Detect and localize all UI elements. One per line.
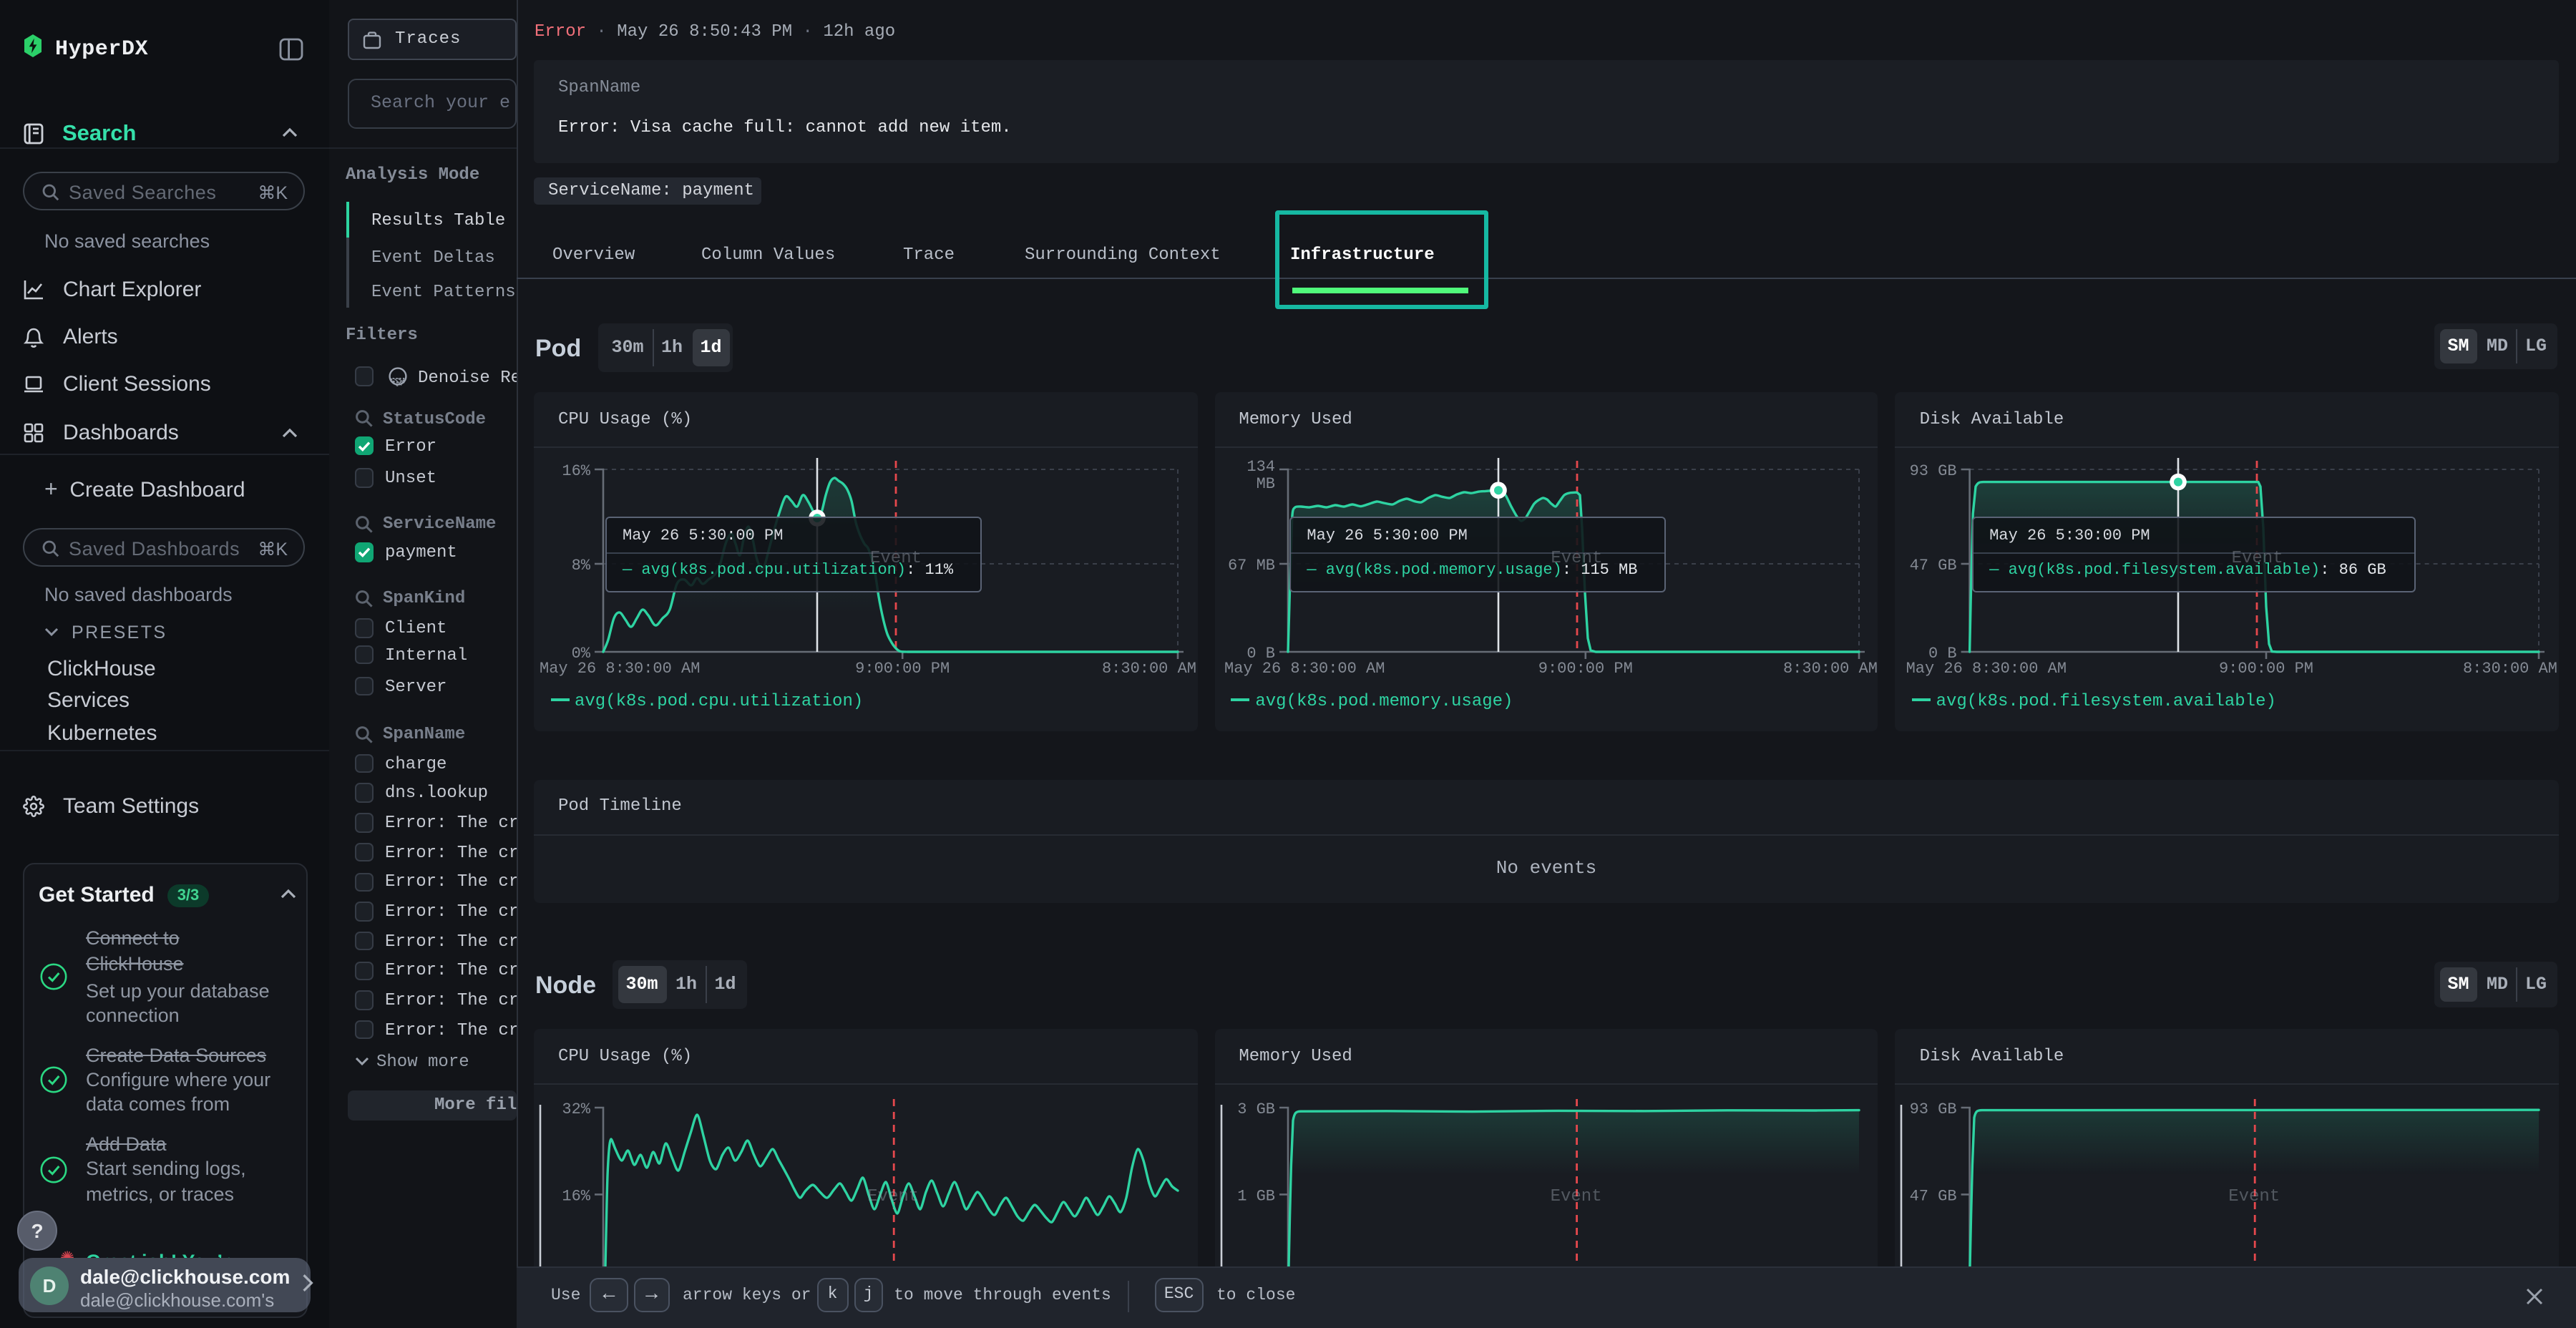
svg-text:93 GB: 93 GB [1910,462,1957,480]
svg-text:32%: 32% [562,1100,590,1118]
svg-text:9:00:00 PM: 9:00:00 PM [855,660,950,678]
svg-text:8:30:00 AM: 8:30:00 AM [1102,660,1196,678]
svg-text:93 GB: 93 GB [1910,1100,1957,1118]
svg-text:1 GB: 1 GB [1237,1187,1275,1205]
svg-text:8:30:00 AM: 8:30:00 AM [2464,660,2558,678]
svg-text:9:00:00 PM: 9:00:00 PM [1538,660,1632,678]
svg-text:67 MB: 67 MB [1227,557,1274,575]
svg-text:47 GB: 47 GB [1910,1187,1957,1205]
svg-text:8%: 8% [572,557,591,575]
svg-text:8:30:00 AM: 8:30:00 AM [1782,660,1877,678]
svg-text:May 26 8:30:00 AM: May 26 8:30:00 AM [1906,660,2067,678]
svg-text:Event: Event [2229,1187,2280,1206]
svg-text:May 26 8:30:00 AM: May 26 8:30:00 AM [1224,660,1384,678]
svg-text:47 GB: 47 GB [1910,557,1957,575]
svg-text:Event: Event [1550,1187,1601,1206]
svg-text:MB: MB [1256,475,1274,493]
svg-text:9:00:00 PM: 9:00:00 PM [2220,660,2314,678]
svg-text:Event: Event [867,1187,919,1206]
svg-text:May 26 8:30:00 AM: May 26 8:30:00 AM [540,660,700,678]
svg-text:3 GB: 3 GB [1237,1100,1275,1118]
svg-text:16%: 16% [562,1187,590,1205]
svg-text:134: 134 [1246,458,1275,476]
svg-text:16%: 16% [562,462,590,480]
